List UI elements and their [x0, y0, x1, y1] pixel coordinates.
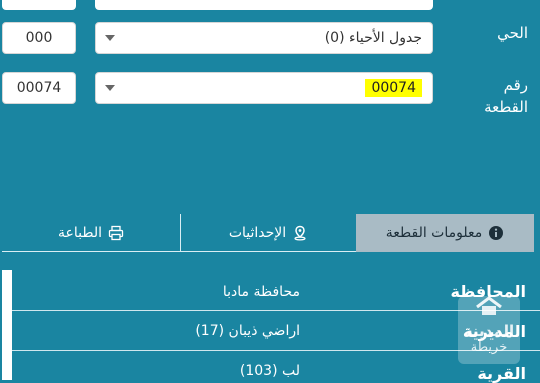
table-scrollbar[interactable]: [2, 270, 12, 380]
home-icon: [474, 296, 504, 320]
tab-coordinates-label: الإحداثيات: [228, 225, 287, 241]
parcel-label-line1: رقم: [503, 76, 528, 94]
watermark-line1: المدينة: [463, 322, 515, 340]
district-select[interactable]: جدول الأحياء (0): [95, 22, 433, 54]
district-select-value: جدول الأحياء (0): [324, 30, 422, 46]
map-pin-icon: [292, 225, 308, 241]
parcel-select-value: 00074: [365, 79, 422, 97]
tab-print-label: الطباعة: [58, 225, 102, 241]
tab-parcel-info[interactable]: معلومات القطعة: [356, 214, 534, 252]
printer-icon: [108, 225, 124, 241]
row-value-governorate: محافظة مادبا: [222, 284, 300, 300]
tab-divider: [180, 214, 181, 252]
tab-coordinates[interactable]: الإحداثيات: [181, 214, 356, 252]
info-icon: [488, 225, 504, 241]
info-tabs: معلومات القطعة الإحداثيات الطباعة: [0, 214, 540, 252]
row-value-directorate: اراضي ذيبان (17): [195, 323, 300, 339]
tab-print[interactable]: الطباعة: [2, 214, 180, 252]
row-value-village: لب (103): [239, 363, 300, 379]
parcel-label-line2: القطعة: [484, 98, 528, 116]
district-label: الحي: [497, 24, 528, 42]
parcel-select[interactable]: 00074: [95, 72, 433, 104]
chevron-down-icon: [105, 35, 115, 41]
chevron-down-icon: [105, 85, 115, 91]
tab-baseline: [2, 251, 356, 252]
tab-parcel-info-label: معلومات القطعة: [385, 225, 483, 241]
parcel-code-input[interactable]: 00074: [2, 72, 76, 104]
watermark-logo: المدينة خريطة: [458, 296, 520, 364]
watermark-line2: خريطة: [470, 340, 508, 355]
top-select[interactable]: [95, 0, 433, 10]
row-label-village: القرية: [477, 364, 526, 383]
top-code-input[interactable]: [2, 0, 76, 10]
district-code-input[interactable]: 000: [2, 22, 76, 54]
